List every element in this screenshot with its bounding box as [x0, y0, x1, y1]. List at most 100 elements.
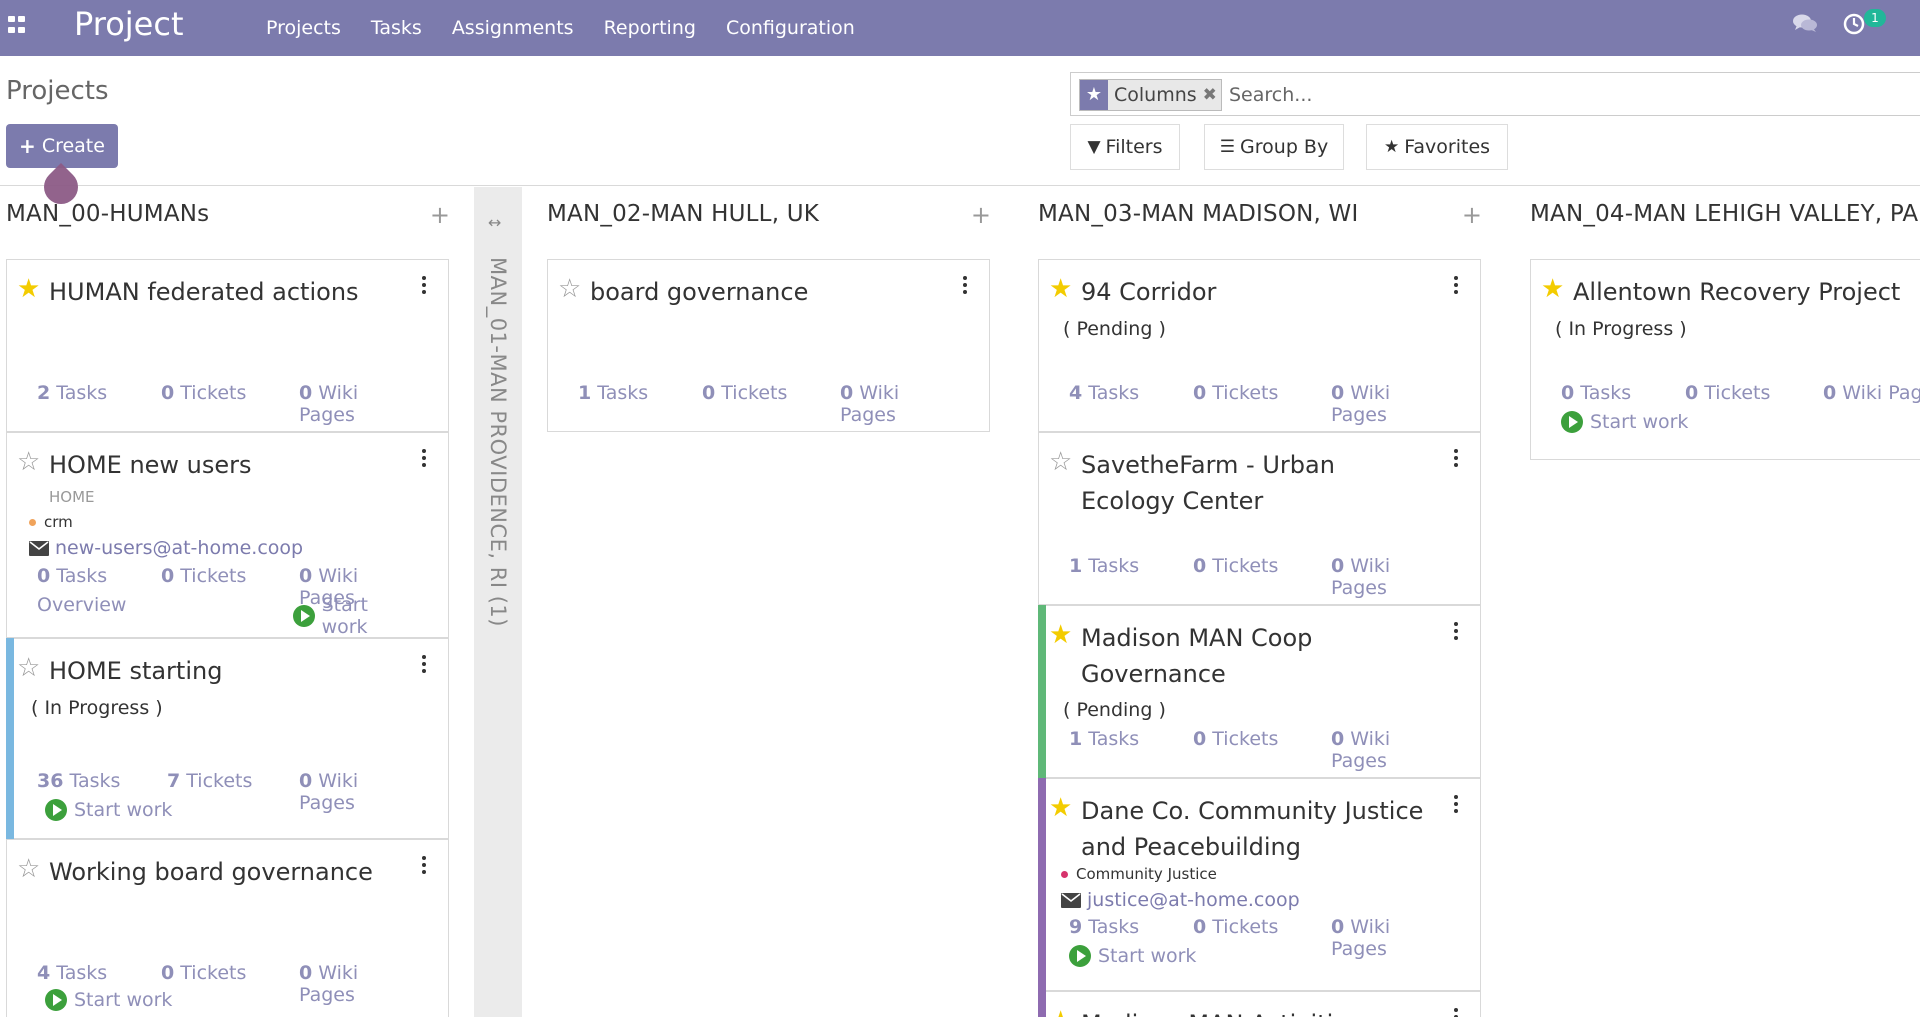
tasks-link[interactable]: 4 Tasks: [1069, 382, 1139, 404]
project-name[interactable]: SavetheFarm - Urban Ecology Center: [1081, 447, 1441, 519]
menu-tasks[interactable]: Tasks: [371, 17, 422, 39]
tasks-link[interactable]: 1 Tasks: [1069, 728, 1139, 750]
menu-assignments[interactable]: Assignments: [452, 17, 574, 39]
project-card[interactable]: ★ 94 Corridor ( Pending ) 4 Tasks 0 Tick…: [1038, 259, 1481, 432]
filters-button[interactable]: ▼ Filters: [1070, 124, 1180, 170]
start-work-button[interactable]: Start work: [45, 799, 172, 821]
favorite-star-icon[interactable]: ☆: [558, 274, 581, 304]
favorite-star-icon[interactable]: ☆: [17, 854, 40, 884]
column-header[interactable]: MAN_02-MAN HULL, UK +: [547, 201, 991, 235]
project-name[interactable]: Working board governance: [49, 854, 409, 890]
project-name[interactable]: HOME starting: [49, 653, 409, 689]
favorite-star-icon[interactable]: ★: [1049, 620, 1072, 650]
project-card[interactable]: ☆ HOME starting ( In Progress ) 36 Tasks…: [6, 638, 449, 839]
project-card[interactable]: ★ Madison MAN Coop Governance ( Pending )…: [1038, 605, 1481, 778]
menu-projects[interactable]: Projects: [266, 17, 341, 39]
column-header[interactable]: MAN_03-MAN MADISON, WI +: [1038, 201, 1482, 235]
tasks-link[interactable]: 2 Tasks: [37, 382, 107, 404]
start-work-button[interactable]: Start work: [45, 989, 172, 1011]
card-menu-icon[interactable]: [422, 449, 426, 467]
start-work-button[interactable]: Start work: [1561, 411, 1688, 433]
project-name[interactable]: HOME new users: [49, 447, 409, 483]
favorite-star-icon[interactable]: ★: [1541, 274, 1564, 304]
project-name[interactable]: 94 Corridor: [1081, 274, 1441, 310]
favorite-star-icon[interactable]: ★: [1049, 274, 1072, 304]
wiki-link[interactable]: 0 Wiki Pages: [1331, 728, 1450, 772]
remove-facet-icon[interactable]: ✖: [1203, 85, 1221, 105]
project-name[interactable]: Allentown Recovery Project: [1573, 274, 1920, 310]
card-menu-icon[interactable]: [1454, 449, 1458, 467]
project-card[interactable]: ★ Allentown Recovery Project ( In Progre…: [1530, 259, 1920, 460]
menu-configuration[interactable]: Configuration: [726, 17, 855, 39]
overview-link[interactable]: Overview: [37, 594, 126, 616]
card-menu-icon[interactable]: [422, 655, 426, 673]
expand-arrows-icon[interactable]: ↔: [488, 213, 501, 232]
email-alias[interactable]: justice@at-home.coop: [1061, 889, 1300, 911]
project-card[interactable]: ★ Dane Co. Community Justice and Peacebui…: [1038, 778, 1481, 991]
tasks-link[interactable]: 0 Tasks: [1561, 382, 1631, 404]
chat-icon[interactable]: [1792, 12, 1818, 36]
favorite-star-icon[interactable]: ☆: [17, 447, 40, 477]
tasks-link[interactable]: 1 Tasks: [1069, 555, 1139, 577]
search-input[interactable]: [1229, 79, 1869, 111]
tickets-link[interactable]: 0 Tickets: [702, 382, 787, 404]
group-by-button[interactable]: ☰ Group By: [1204, 124, 1344, 170]
tasks-link[interactable]: 36 Tasks: [37, 770, 120, 792]
favorite-star-icon[interactable]: ☆: [17, 653, 40, 683]
menu-reporting[interactable]: Reporting: [604, 17, 696, 39]
create-button[interactable]: + Create: [6, 124, 118, 168]
tickets-link[interactable]: 0 Tickets: [161, 962, 246, 984]
add-card-icon[interactable]: +: [430, 201, 450, 229]
tickets-link[interactable]: 0 Tickets: [1193, 916, 1278, 938]
tickets-link[interactable]: 0 Tickets: [161, 382, 246, 404]
folded-column[interactable]: ↔ MAN_01-MAN PROVIDENCE, RI (1): [474, 187, 522, 1017]
wiki-link[interactable]: 0 Wiki Pages: [840, 382, 959, 426]
card-menu-icon[interactable]: [1454, 795, 1458, 813]
card-menu-icon[interactable]: [1454, 276, 1458, 294]
favorites-button[interactable]: ★ Favorites: [1366, 124, 1508, 170]
search-facet[interactable]: ★ Columns ✖: [1079, 79, 1222, 111]
project-name[interactable]: HUMAN federated actions: [49, 274, 409, 310]
favorite-star-icon[interactable]: ☆: [1049, 447, 1072, 477]
favorite-star-icon[interactable]: ★: [1049, 793, 1072, 823]
tickets-link[interactable]: 0 Tickets: [1685, 382, 1770, 404]
card-menu-icon[interactable]: [1454, 622, 1458, 640]
project-name[interactable]: board governance: [590, 274, 950, 310]
email-alias[interactable]: new-users@at-home.coop: [29, 537, 303, 559]
card-menu-icon[interactable]: [963, 276, 967, 294]
tasks-link[interactable]: 0 Tasks: [37, 565, 107, 587]
tickets-link[interactable]: 0 Tickets: [1193, 555, 1278, 577]
wiki-link[interactable]: 0 Wiki Pag: [1823, 382, 1920, 404]
card-menu-icon[interactable]: [1454, 1008, 1458, 1017]
add-card-icon[interactable]: +: [1462, 201, 1482, 229]
tasks-link[interactable]: 1 Tasks: [578, 382, 648, 404]
project-card[interactable]: ★ HUMAN federated actions 2 Tasks 0 Tick…: [6, 259, 449, 432]
card-menu-icon[interactable]: [422, 856, 426, 874]
start-work-button[interactable]: Start work: [1069, 945, 1196, 967]
card-menu-icon[interactable]: [422, 276, 426, 294]
favorite-star-icon[interactable]: ★: [1049, 1006, 1072, 1017]
add-card-icon[interactable]: +: [971, 201, 991, 229]
project-card[interactable]: ★ Madison MAN Activities: [1038, 991, 1481, 1017]
project-card[interactable]: ☆ SavetheFarm - Urban Ecology Center 1 Ta…: [1038, 432, 1481, 605]
wiki-link[interactable]: 0 Wiki Pages: [299, 382, 418, 426]
tickets-link[interactable]: 0 Tickets: [161, 565, 246, 587]
wiki-link[interactable]: 0 Wiki Pages: [1331, 382, 1450, 426]
project-card[interactable]: ☆ Working board governance 4 Tasks 0 Tic…: [6, 839, 449, 1017]
project-card[interactable]: ☆ board governance 1 Tasks 0 Tickets 0 W…: [547, 259, 990, 432]
project-name[interactable]: Dane Co. Community Justice and Peacebuild…: [1081, 793, 1441, 865]
tickets-link[interactable]: 7 Tickets: [167, 770, 252, 792]
start-work-button[interactable]: Start work: [293, 594, 418, 638]
wiki-link[interactable]: 0 Wiki Pages: [1331, 555, 1450, 599]
apps-icon[interactable]: [8, 16, 26, 34]
app-title[interactable]: Project: [74, 4, 183, 44]
project-name[interactable]: Madison MAN Coop Governance: [1081, 620, 1441, 692]
favorite-star-icon[interactable]: ★: [17, 274, 40, 304]
tickets-link[interactable]: 0 Tickets: [1193, 382, 1278, 404]
tasks-link[interactable]: 4 Tasks: [37, 962, 107, 984]
project-card[interactable]: ☆ HOME new users HOME crm new-users@at-h…: [6, 432, 449, 638]
project-name[interactable]: Madison MAN Activities: [1081, 1006, 1441, 1017]
column-header[interactable]: MAN_00-HUMANs +: [6, 201, 450, 235]
tasks-link[interactable]: 9 Tasks: [1069, 916, 1139, 938]
tickets-link[interactable]: 0 Tickets: [1193, 728, 1278, 750]
